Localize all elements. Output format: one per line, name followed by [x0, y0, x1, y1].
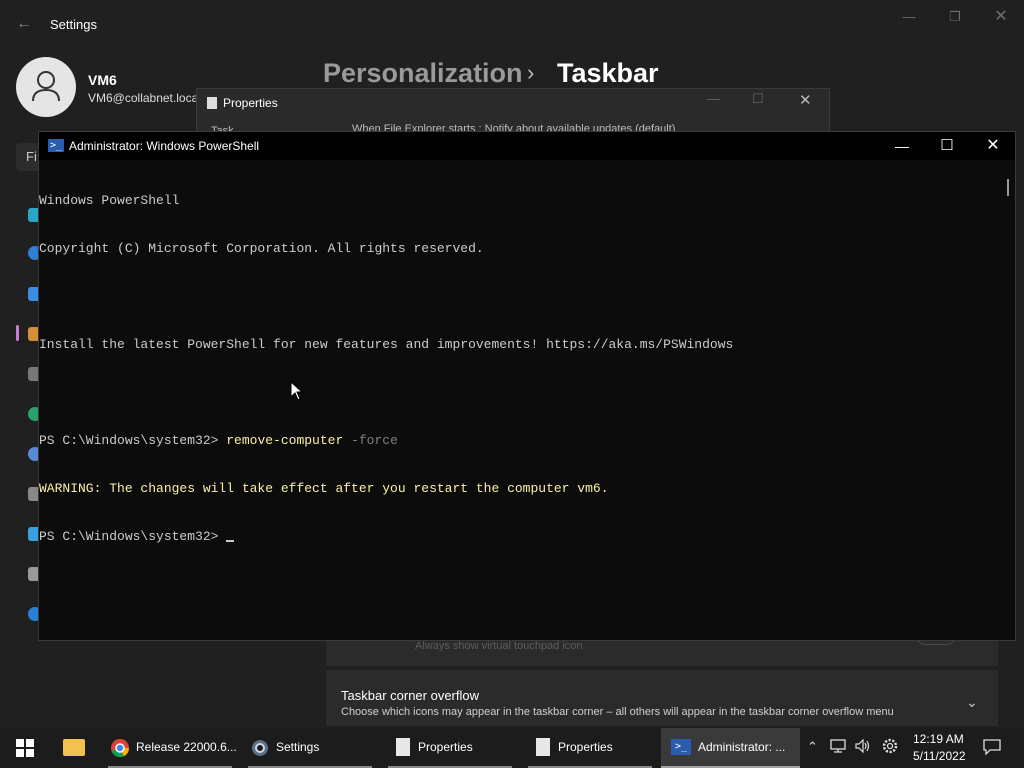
start-icon: [16, 739, 34, 757]
taskbar-settings-label: Settings: [276, 740, 320, 754]
powershell-title: Administrator: Windows PowerShell: [69, 139, 260, 153]
back-arrow-icon[interactable]: ←: [14, 14, 34, 34]
powershell-maximize-button[interactable]: ☐: [924, 132, 970, 160]
warning-line: WARNING: The changes will take effect af…: [39, 481, 609, 496]
properties-close-button[interactable]: ✕: [799, 91, 812, 109]
file-explorer-button[interactable]: [54, 728, 94, 768]
clock-time[interactable]: 12:19 AM: [913, 732, 964, 746]
console-line: Windows PowerShell: [39, 193, 180, 208]
settings-title: Settings: [50, 17, 97, 32]
gear-icon[interactable]: [881, 738, 899, 758]
powershell-minimize-button[interactable]: —: [879, 132, 925, 160]
volume-icon[interactable]: [855, 738, 871, 756]
prompt: PS C:\Windows\system32>: [39, 433, 227, 448]
overflow-card-description: Choose which icons may appear in the tas…: [341, 706, 894, 718]
console-output[interactable]: Windows PowerShell Copyright (C) Microso…: [39, 161, 1001, 640]
chevron-down-icon[interactable]: ⌄: [966, 694, 978, 711]
properties-window[interactable]: Properties — ☐ ✕ Task When File Explorer…: [196, 88, 830, 137]
taskbar-chrome[interactable]: Release 22000.6...: [104, 728, 238, 768]
powershell-icon: >_: [671, 739, 691, 755]
taskbar-properties-2[interactable]: Properties: [524, 728, 658, 768]
taskbar: Release 22000.6... Settings Properties P…: [0, 728, 1024, 768]
prompt: PS C:\Windows\system32>: [39, 529, 227, 544]
taskbar-chrome-label: Release 22000.6...: [136, 740, 237, 754]
settings-minimize-button[interactable]: —: [886, 6, 932, 28]
user-name: VM6: [88, 72, 117, 88]
mouse-pointer-icon: [290, 381, 304, 401]
taskbar-properties-label: Properties: [558, 740, 613, 754]
console-prompt-line[interactable]: PS C:\Windows\system32>: [39, 529, 1001, 545]
start-button[interactable]: [12, 728, 38, 768]
avatar[interactable]: [16, 57, 76, 117]
powershell-close-button[interactable]: ✕: [970, 132, 1016, 160]
properties-icon: [536, 738, 550, 756]
properties-icon: [207, 97, 217, 109]
active-nav-marker: [16, 325, 19, 341]
text-cursor: [226, 540, 235, 542]
console-command-line: PS C:\Windows\system32> remove-computer …: [39, 433, 1001, 449]
taskbar-properties-label: Properties: [418, 740, 473, 754]
properties-icon: [396, 738, 410, 756]
taskbar-powershell-label: Administrator: ...: [698, 740, 786, 754]
properties-minimize-button[interactable]: —: [707, 91, 720, 106]
chevron-up-icon[interactable]: ⌃: [807, 739, 818, 755]
breadcrumb-separator: ›: [527, 60, 535, 85]
file-explorer-icon: [63, 739, 85, 756]
user-icon: [32, 71, 60, 102]
page-title: Taskbar: [557, 58, 659, 88]
taskbar-settings[interactable]: Settings: [244, 728, 378, 768]
settings-maximize-button[interactable]: ❐: [932, 6, 978, 28]
user-email: VM6@collabnet.local: [88, 91, 196, 105]
console-line: Install the latest PowerShell for new fe…: [39, 337, 734, 352]
settings-gear-icon: [252, 740, 268, 756]
console-line: Copyright (C) Microsoft Corporation. All…: [39, 241, 484, 256]
clock-date[interactable]: 5/11/2022: [913, 749, 966, 763]
command-param: -force: [343, 433, 398, 448]
taskbar-powershell[interactable]: >_ Administrator: ...: [661, 728, 800, 768]
touchpad-option-label: Always show virtual touchpad icon: [415, 640, 583, 652]
settings-close-button[interactable]: ✕: [978, 6, 1024, 28]
properties-title: Properties: [223, 96, 278, 110]
breadcrumb-personalization[interactable]: Personalization: [323, 58, 523, 89]
powershell-window[interactable]: >_ Administrator: Windows PowerShell — ☐…: [38, 131, 1016, 641]
command-text: remove-computer: [226, 433, 344, 448]
powershell-icon: >_: [48, 139, 64, 152]
powershell-titlebar[interactable]: >_ Administrator: Windows PowerShell — ☐…: [39, 132, 1015, 160]
overflow-card-title: Taskbar corner overflow: [341, 688, 479, 703]
scrollbar-thumb[interactable]: [1007, 179, 1009, 196]
notification-icon[interactable]: [983, 739, 1001, 758]
chrome-icon: [111, 739, 130, 758]
taskbar-properties-1[interactable]: Properties: [384, 728, 518, 768]
network-icon[interactable]: [830, 739, 846, 756]
properties-maximize-button[interactable]: ☐: [752, 91, 764, 107]
